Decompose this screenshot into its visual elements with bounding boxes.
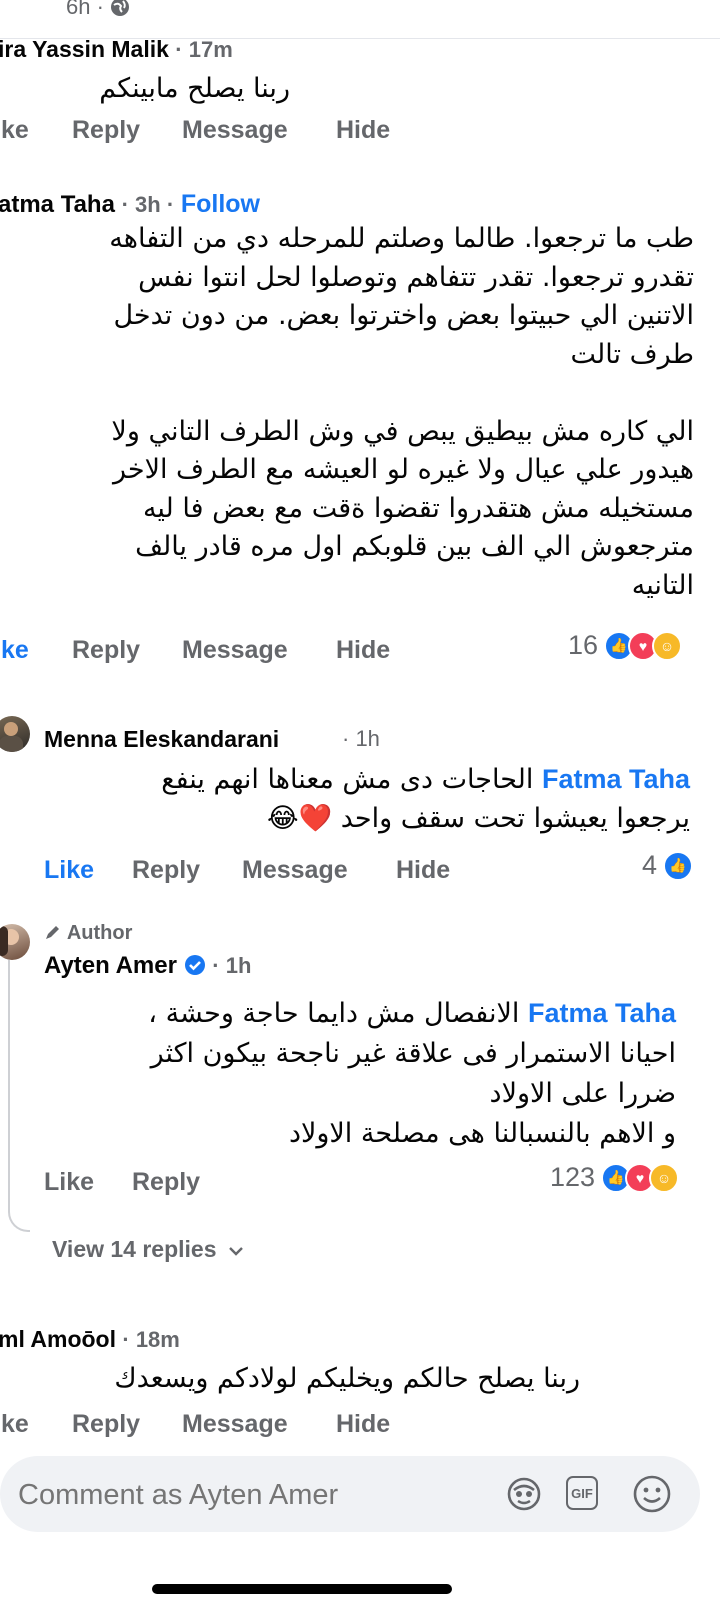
reaction-count: 123 (550, 1162, 596, 1192)
verified-badge-icon (184, 955, 205, 975)
commenter-name[interactable]: Menna Eleskandarani (44, 726, 279, 753)
like-button[interactable]: Like (44, 1168, 94, 1197)
home-indicator[interactable] (152, 1584, 452, 1594)
commenter-name[interactable]: Ayten Amer · 1h (44, 952, 251, 980)
comment-meta: · 1h (212, 953, 252, 978)
reaction-count: 16 (568, 630, 599, 660)
globe-icon (111, 0, 130, 16)
comment-text-line: Fatma Taha الحاجات دى مش معناها انهم ينف… (161, 764, 690, 795)
hide-button[interactable]: Hide (336, 1410, 390, 1439)
reaction-count: 4 (642, 850, 658, 880)
commenter-name[interactable]: ira Yassin Malik · 17m (0, 36, 233, 63)
reply-button[interactable]: Reply (72, 636, 140, 665)
author-badge: Author (44, 922, 132, 945)
comment-text-line: Fatma Taha الانفصال مش دايما حاجة وحشة ، (148, 998, 676, 1029)
hide-button[interactable]: Hide (336, 636, 390, 665)
care-reaction-icon: ☺ (649, 1162, 680, 1193)
reaction-summary[interactable]: 123 👍 ♥ ☺ (550, 1162, 680, 1193)
chevron-down-icon (229, 1247, 243, 1256)
comment-meta: · 1h (342, 726, 380, 751)
message-button[interactable]: Message (242, 856, 348, 885)
mention-link[interactable]: Fatma Taha (542, 764, 690, 794)
comment-text: ربنا يصلح مابينكم (99, 73, 290, 104)
pen-icon (46, 926, 59, 939)
mention-link[interactable]: Fatma Taha (528, 998, 676, 1028)
comment-text-line: يرجعوا يعيشوا تحت سقف واحد ❤️😂 (267, 803, 690, 834)
reply-button[interactable]: Reply (132, 856, 200, 885)
comment-text: احيانا الاستمرار فى علاقة غير ناجحة بيكو… (150, 1038, 676, 1149)
comment-composer[interactable]: GIF (0, 1456, 700, 1532)
like-button[interactable]: ike (0, 636, 29, 665)
commenter-name[interactable]: ml Amoōol · 18m (0, 1326, 180, 1353)
care-reaction-icon: ☺ (652, 630, 683, 661)
follow-link[interactable]: Follow (181, 190, 260, 218)
like-button[interactable]: ike (0, 1410, 29, 1439)
like-button[interactable]: ike (0, 116, 29, 145)
message-button[interactable]: Message (182, 636, 288, 665)
view-replies-button[interactable]: View 14 replies (52, 1236, 245, 1263)
reaction-summary[interactable]: 4 👍 (642, 850, 694, 881)
message-button[interactable]: Message (182, 116, 288, 145)
post-time: 6h · (66, 0, 130, 20)
reaction-summary[interactable]: 16 👍 ♥ ☺ (568, 630, 683, 661)
hide-button[interactable]: Hide (336, 116, 390, 145)
hide-button[interactable]: Hide (396, 856, 450, 885)
reply-thread-line (8, 960, 30, 1232)
like-button[interactable]: Like (44, 856, 94, 885)
gif-icon[interactable]: GIF (566, 1476, 598, 1510)
comment-meta: · 18m (122, 1327, 180, 1352)
comment-text: ربنا يصلح حالكم ويخليكم لولادكم ويسعدك (114, 1363, 580, 1394)
emoji-icon[interactable] (632, 1474, 672, 1514)
comment-input[interactable] (16, 1470, 480, 1520)
reply-button[interactable]: Reply (132, 1168, 200, 1197)
reply-button[interactable]: Reply (72, 1410, 140, 1439)
like-reaction-icon: 👍 (663, 850, 694, 881)
comment-text: طب ما ترجعوا. طالما وصلتم للمرحله دي من … (109, 223, 694, 601)
reply-button[interactable]: Reply (72, 116, 140, 145)
comment-meta: · 3h · (121, 192, 175, 217)
avatar[interactable] (0, 924, 30, 960)
avatar-sticker-icon[interactable] (506, 1476, 542, 1512)
commenter-name[interactable]: atma Taha · 3h · Follow (0, 190, 260, 219)
message-button[interactable]: Message (182, 1410, 288, 1439)
avatar[interactable] (0, 716, 30, 752)
comment-meta: · 17m (175, 37, 233, 62)
